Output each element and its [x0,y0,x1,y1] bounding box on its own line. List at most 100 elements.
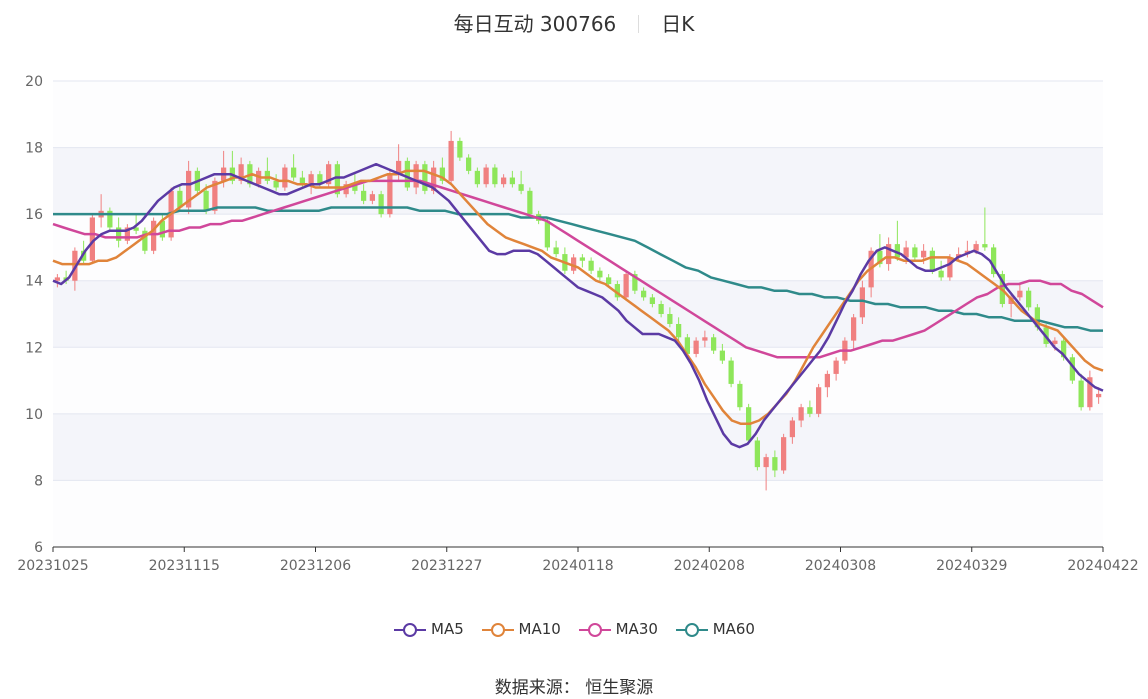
candle-body [457,140,463,158]
candle-body [754,440,760,468]
x-tick-label: 20240329 [936,558,1007,574]
ma60-legend-icon [675,623,708,637]
candle-body [676,323,682,338]
candle-body [361,190,367,201]
legend: MA5 MA10 MA30 MA60 [0,620,1148,638]
y-axis: 6 8 10 12 14 16 18 20 [25,74,43,556]
candle-body [1017,290,1023,298]
candle-body [501,177,507,185]
y-tick-label: 18 [25,141,43,157]
candle-body [492,167,498,185]
candle-body [273,180,279,188]
candle [422,160,428,195]
title-text: 每日互动 300766 [453,12,617,36]
candle-body [527,190,533,215]
grid-band [53,280,1103,348]
ma30-legend-icon [578,623,611,637]
y-tick-label: 8 [34,473,43,489]
candle-body [413,164,419,188]
x-axis: 20231025 20231115 20231206 20231227 20240118… [17,546,1139,574]
candle [326,160,332,188]
candle-body [606,277,612,285]
ma10-legend-icon [481,623,514,637]
period-label: 日K [661,12,695,36]
candle-body [702,337,708,341]
candle-body [597,270,603,278]
legend-label: MA30 [615,620,658,638]
candle [387,170,393,218]
grid-band [53,413,1103,481]
chart-title: 每日互动 300766 日K [0,8,1148,37]
x-tick-label: 20231115 [149,558,220,574]
candle-body [912,247,918,258]
candle [991,244,997,278]
candle-body [579,257,585,261]
candle-body [308,174,314,185]
candle-body [833,360,839,374]
candle [737,380,743,411]
y-tick-label: 16 [25,207,43,223]
candle-body [369,194,375,201]
grid-band [53,480,1103,547]
candle [142,227,148,255]
candle-body [282,167,288,188]
legend-label: MA5 [431,620,464,638]
candle-body [816,387,822,414]
candle-body [763,457,769,468]
candle-body [116,227,122,241]
candle-body [929,250,935,271]
x-tick-label: 20240118 [542,558,613,574]
grid-band [53,147,1103,215]
x-tick-label: 20240422 [1067,558,1138,574]
candle-body [851,317,857,341]
legend-item-ma30[interactable]: MA30 [578,620,658,638]
candle [483,164,489,188]
y-tick-label: 20 [25,74,43,90]
y-tick-label: 14 [25,274,43,290]
candle-body [772,457,778,471]
candle-body [553,247,559,255]
x-tick-label: 20240308 [805,558,876,574]
candle-body [798,407,804,421]
candle-body [1026,290,1032,308]
candle-body [982,244,988,248]
grid-band [53,81,1103,148]
legend-item-ma60[interactable]: MA60 [675,620,755,638]
candle [404,157,410,191]
candle-body [509,177,515,185]
candle-body [378,194,384,215]
y-tick-label: 6 [34,540,43,556]
candle-body [151,220,157,251]
candle [527,187,533,218]
candle [151,217,157,255]
candle-body [947,257,953,278]
candle-body [921,250,927,258]
candle [781,433,787,474]
candle-body [719,350,725,361]
candle [754,437,760,471]
candle-body [824,373,830,388]
candle [282,164,288,191]
candle-body [711,337,717,351]
candle-body [658,304,664,314]
candle-body [667,314,673,324]
candle-body [422,164,428,191]
candle-body [649,297,655,305]
candle [107,207,113,231]
candle [1026,287,1032,311]
candle-body [203,190,209,211]
candle-body [693,340,699,354]
candle-body [54,277,60,281]
candle-body [1078,380,1084,408]
candle [816,383,822,418]
y-tick-label: 10 [25,407,43,423]
grid-band [53,347,1103,414]
legend-item-ma5[interactable]: MA5 [393,620,464,638]
legend-item-ma10[interactable]: MA10 [481,620,561,638]
candle-body [544,220,550,248]
candle-body [483,167,489,185]
candle-body [728,360,734,384]
candle-body [641,290,647,298]
candle-body [264,170,270,181]
data-source: 数据来源： 恒生聚源 [494,678,654,698]
